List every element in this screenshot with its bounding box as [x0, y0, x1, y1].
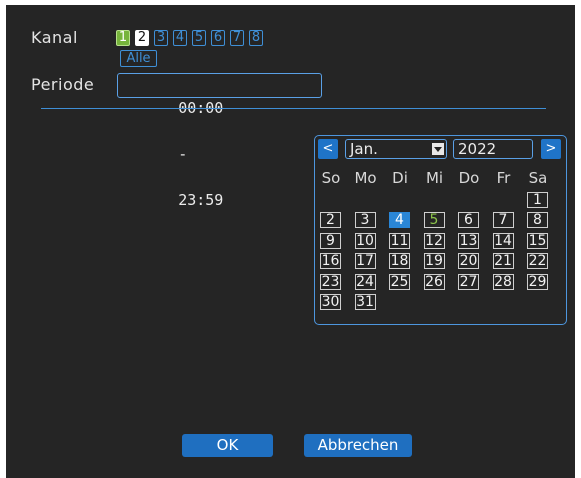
- channel-5-checkbox[interactable]: 5: [192, 30, 206, 46]
- channel-8-checkbox[interactable]: 8: [249, 30, 263, 46]
- calendar-day[interactable]: 9: [320, 233, 341, 249]
- prev-month-button[interactable]: <: [318, 139, 338, 159]
- channel-2-checkbox[interactable]: 2: [135, 30, 149, 46]
- periode-label: Periode: [31, 75, 95, 94]
- calendar-day[interactable]: 10: [354, 233, 376, 249]
- separator-line: [41, 108, 546, 109]
- calendar-day[interactable]: 14: [492, 233, 514, 249]
- calendar-day[interactable]: 8: [527, 212, 548, 228]
- ok-button[interactable]: OK: [182, 434, 273, 457]
- calendar-day[interactable]: 21: [492, 253, 514, 269]
- weekday-label: Di: [392, 169, 408, 187]
- channel-6-checkbox[interactable]: 6: [211, 30, 225, 46]
- calendar-day[interactable]: 12: [423, 233, 445, 249]
- period-separator: -: [178, 145, 188, 163]
- weekday-label: Sa: [528, 169, 548, 187]
- channel-1-checkbox[interactable]: 1: [116, 30, 130, 46]
- next-month-button[interactable]: >: [541, 139, 561, 159]
- calendar-day[interactable]: 25: [389, 274, 410, 290]
- month-select[interactable]: Jan.: [345, 139, 447, 159]
- calendar-day[interactable]: 1: [527, 192, 548, 208]
- calendar-day[interactable]: 3: [354, 212, 376, 228]
- period-time-field[interactable]: 00:00 - 23:59: [117, 73, 322, 209]
- weekday-label: Mi: [425, 169, 444, 187]
- calendar-day[interactable]: 17: [354, 253, 376, 269]
- calendar-day[interactable]: 26: [423, 274, 445, 290]
- calendar-day[interactable]: 16: [320, 253, 341, 269]
- select-all-channels-button[interactable]: Alle: [120, 50, 157, 67]
- calendar-day[interactable]: 24: [354, 274, 376, 290]
- weekday-label: Mo: [354, 169, 377, 187]
- calendar-day[interactable]: 23: [320, 274, 341, 290]
- calendar-day[interactable]: 13: [458, 233, 479, 249]
- weekday-label: Do: [458, 169, 480, 187]
- weekday-label: Fr: [496, 169, 511, 187]
- kanal-label: Kanal: [31, 28, 78, 47]
- calendar-day[interactable]: 7: [492, 212, 514, 228]
- calendar-day[interactable]: 4: [389, 212, 410, 228]
- calendar-day[interactable]: 15: [527, 233, 548, 249]
- screen: Kanal 1 2 3 4 5 6 7 8 Alle Periode 00:00…: [0, 0, 581, 478]
- search-dialog-panel: Kanal 1 2 3 4 5 6 7 8 Alle Periode 00:00…: [6, 5, 575, 478]
- calendar-day[interactable]: 31: [354, 294, 376, 310]
- weekday-label: So: [321, 169, 341, 187]
- calendar-day[interactable]: 22: [527, 253, 548, 269]
- channel-4-checkbox[interactable]: 4: [173, 30, 187, 46]
- calendar-day[interactable]: 6: [458, 212, 479, 228]
- calendar-day[interactable]: 2: [320, 212, 341, 228]
- calendar-day[interactable]: 11: [389, 233, 410, 249]
- calendar-day[interactable]: 30: [320, 294, 341, 310]
- calendar-day[interactable]: 29: [527, 274, 548, 290]
- cancel-button[interactable]: Abbrechen: [304, 434, 412, 457]
- period-end-time[interactable]: 23:59: [178, 191, 223, 209]
- calendar-widget: < Jan. 2022 > So Mo Di Mi Do Fr Sa 1 2 3 4 5 6 7 8 9 10…: [314, 135, 567, 325]
- year-field[interactable]: 2022: [453, 139, 533, 159]
- calendar-day[interactable]: 18: [389, 253, 410, 269]
- channel-3-checkbox[interactable]: 3: [154, 30, 168, 46]
- month-value: Jan.: [350, 140, 378, 158]
- chevron-down-icon[interactable]: [432, 143, 444, 155]
- calendar-day[interactable]: 28: [492, 274, 514, 290]
- calendar-day[interactable]: 5: [423, 212, 445, 228]
- calendar-day[interactable]: 19: [423, 253, 445, 269]
- calendar-day[interactable]: 27: [458, 274, 479, 290]
- calendar-day[interactable]: 20: [458, 253, 479, 269]
- channel-7-checkbox[interactable]: 7: [230, 30, 244, 46]
